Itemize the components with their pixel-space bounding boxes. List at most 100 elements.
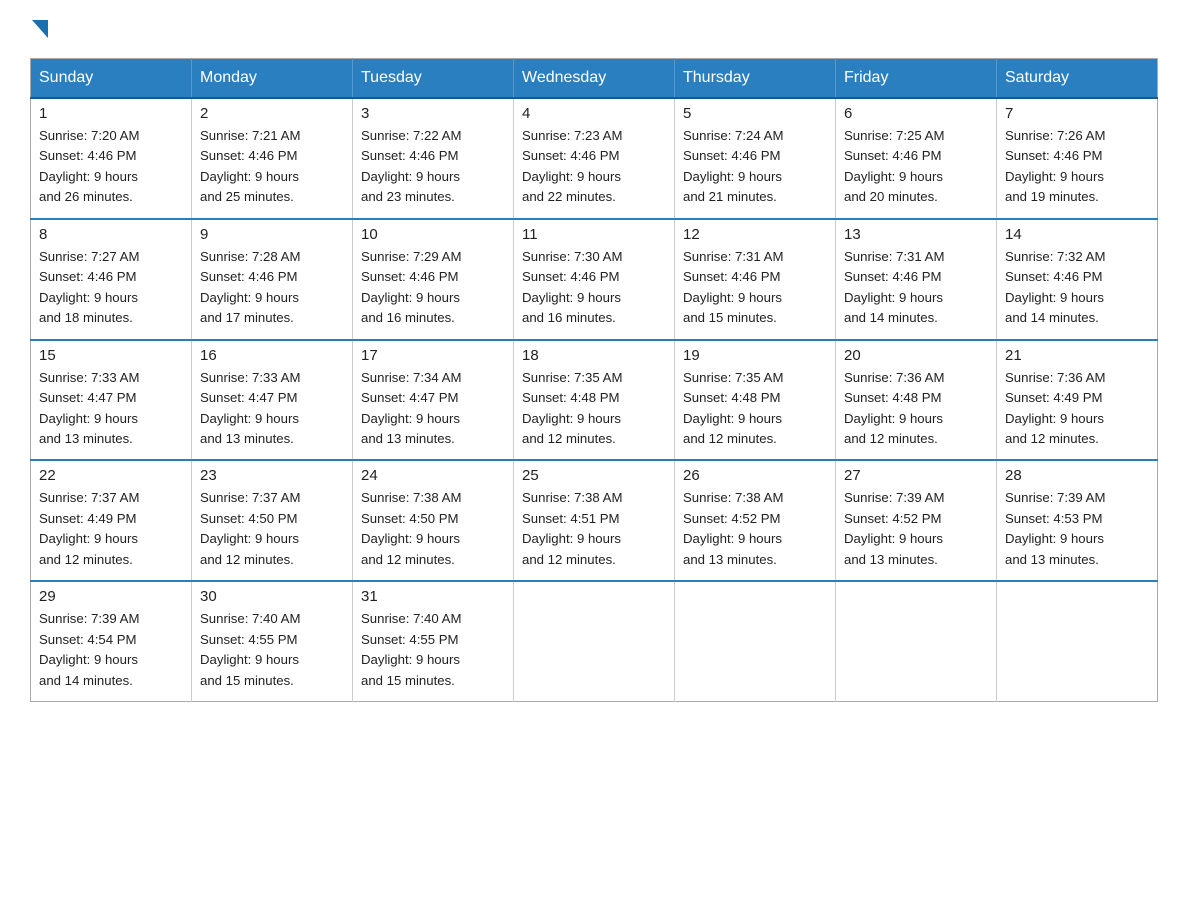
logo-triangle-icon [32,20,48,38]
calendar-cell: 12 Sunrise: 7:31 AMSunset: 4:46 PMDaylig… [675,219,836,340]
day-info: Sunrise: 7:35 AMSunset: 4:48 PMDaylight:… [683,368,827,450]
day-number: 25 [522,467,666,484]
day-number: 6 [844,105,988,122]
day-info: Sunrise: 7:31 AMSunset: 4:46 PMDaylight:… [683,247,827,329]
day-number: 7 [1005,105,1149,122]
day-info: Sunrise: 7:39 AMSunset: 4:52 PMDaylight:… [844,488,988,570]
day-number: 24 [361,467,505,484]
day-number: 23 [200,467,344,484]
day-header-wednesday: Wednesday [514,59,675,99]
day-number: 3 [361,105,505,122]
calendar-cell: 9 Sunrise: 7:28 AMSunset: 4:46 PMDayligh… [192,219,353,340]
logo [30,20,49,40]
calendar-cell: 3 Sunrise: 7:22 AMSunset: 4:46 PMDayligh… [353,98,514,219]
calendar-cell: 18 Sunrise: 7:35 AMSunset: 4:48 PMDaylig… [514,340,675,461]
day-header-monday: Monday [192,59,353,99]
day-number: 5 [683,105,827,122]
calendar-cell: 16 Sunrise: 7:33 AMSunset: 4:47 PMDaylig… [192,340,353,461]
day-info: Sunrise: 7:37 AMSunset: 4:50 PMDaylight:… [200,488,344,570]
day-info: Sunrise: 7:24 AMSunset: 4:46 PMDaylight:… [683,126,827,208]
day-number: 18 [522,347,666,364]
calendar-cell: 22 Sunrise: 7:37 AMSunset: 4:49 PMDaylig… [31,460,192,581]
day-number: 2 [200,105,344,122]
day-info: Sunrise: 7:25 AMSunset: 4:46 PMDaylight:… [844,126,988,208]
day-info: Sunrise: 7:40 AMSunset: 4:55 PMDaylight:… [200,609,344,691]
day-info: Sunrise: 7:20 AMSunset: 4:46 PMDaylight:… [39,126,183,208]
day-info: Sunrise: 7:37 AMSunset: 4:49 PMDaylight:… [39,488,183,570]
day-info: Sunrise: 7:33 AMSunset: 4:47 PMDaylight:… [39,368,183,450]
day-number: 31 [361,588,505,605]
day-info: Sunrise: 7:34 AMSunset: 4:47 PMDaylight:… [361,368,505,450]
calendar-cell: 24 Sunrise: 7:38 AMSunset: 4:50 PMDaylig… [353,460,514,581]
calendar-cell [514,581,675,701]
calendar-cell: 20 Sunrise: 7:36 AMSunset: 4:48 PMDaylig… [836,340,997,461]
day-info: Sunrise: 7:26 AMSunset: 4:46 PMDaylight:… [1005,126,1149,208]
calendar-cell [675,581,836,701]
day-info: Sunrise: 7:32 AMSunset: 4:46 PMDaylight:… [1005,247,1149,329]
day-number: 29 [39,588,183,605]
calendar-week-row: 1 Sunrise: 7:20 AMSunset: 4:46 PMDayligh… [31,98,1158,219]
day-number: 1 [39,105,183,122]
day-number: 11 [522,226,666,243]
calendar-cell: 7 Sunrise: 7:26 AMSunset: 4:46 PMDayligh… [997,98,1158,219]
day-number: 10 [361,226,505,243]
calendar-cell: 19 Sunrise: 7:35 AMSunset: 4:48 PMDaylig… [675,340,836,461]
calendar-cell: 13 Sunrise: 7:31 AMSunset: 4:46 PMDaylig… [836,219,997,340]
day-header-friday: Friday [836,59,997,99]
day-number: 8 [39,226,183,243]
calendar-cell: 25 Sunrise: 7:38 AMSunset: 4:51 PMDaylig… [514,460,675,581]
calendar-cell: 6 Sunrise: 7:25 AMSunset: 4:46 PMDayligh… [836,98,997,219]
calendar-cell: 2 Sunrise: 7:21 AMSunset: 4:46 PMDayligh… [192,98,353,219]
day-info: Sunrise: 7:31 AMSunset: 4:46 PMDaylight:… [844,247,988,329]
day-number: 16 [200,347,344,364]
calendar-cell: 14 Sunrise: 7:32 AMSunset: 4:46 PMDaylig… [997,219,1158,340]
day-info: Sunrise: 7:40 AMSunset: 4:55 PMDaylight:… [361,609,505,691]
calendar-cell: 23 Sunrise: 7:37 AMSunset: 4:50 PMDaylig… [192,460,353,581]
day-info: Sunrise: 7:33 AMSunset: 4:47 PMDaylight:… [200,368,344,450]
day-info: Sunrise: 7:30 AMSunset: 4:46 PMDaylight:… [522,247,666,329]
day-number: 9 [200,226,344,243]
day-number: 19 [683,347,827,364]
day-number: 15 [39,347,183,364]
day-number: 30 [200,588,344,605]
day-number: 28 [1005,467,1149,484]
day-info: Sunrise: 7:39 AMSunset: 4:54 PMDaylight:… [39,609,183,691]
day-number: 20 [844,347,988,364]
calendar-cell [836,581,997,701]
page-header [30,20,1158,40]
day-info: Sunrise: 7:21 AMSunset: 4:46 PMDaylight:… [200,126,344,208]
calendar-cell [997,581,1158,701]
day-number: 27 [844,467,988,484]
day-info: Sunrise: 7:38 AMSunset: 4:52 PMDaylight:… [683,488,827,570]
day-info: Sunrise: 7:28 AMSunset: 4:46 PMDaylight:… [200,247,344,329]
day-info: Sunrise: 7:29 AMSunset: 4:46 PMDaylight:… [361,247,505,329]
calendar-cell: 8 Sunrise: 7:27 AMSunset: 4:46 PMDayligh… [31,219,192,340]
day-info: Sunrise: 7:39 AMSunset: 4:53 PMDaylight:… [1005,488,1149,570]
day-number: 13 [844,226,988,243]
calendar-week-row: 8 Sunrise: 7:27 AMSunset: 4:46 PMDayligh… [31,219,1158,340]
day-info: Sunrise: 7:23 AMSunset: 4:46 PMDaylight:… [522,126,666,208]
day-info: Sunrise: 7:38 AMSunset: 4:51 PMDaylight:… [522,488,666,570]
day-info: Sunrise: 7:35 AMSunset: 4:48 PMDaylight:… [522,368,666,450]
day-info: Sunrise: 7:27 AMSunset: 4:46 PMDaylight:… [39,247,183,329]
calendar-cell: 15 Sunrise: 7:33 AMSunset: 4:47 PMDaylig… [31,340,192,461]
calendar-cell: 4 Sunrise: 7:23 AMSunset: 4:46 PMDayligh… [514,98,675,219]
calendar-table: SundayMondayTuesdayWednesdayThursdayFrid… [30,58,1158,702]
calendar-cell: 10 Sunrise: 7:29 AMSunset: 4:46 PMDaylig… [353,219,514,340]
calendar-cell: 29 Sunrise: 7:39 AMSunset: 4:54 PMDaylig… [31,581,192,701]
day-info: Sunrise: 7:38 AMSunset: 4:50 PMDaylight:… [361,488,505,570]
calendar-cell: 1 Sunrise: 7:20 AMSunset: 4:46 PMDayligh… [31,98,192,219]
day-number: 4 [522,105,666,122]
calendar-header-row: SundayMondayTuesdayWednesdayThursdayFrid… [31,59,1158,99]
calendar-cell: 21 Sunrise: 7:36 AMSunset: 4:49 PMDaylig… [997,340,1158,461]
day-header-thursday: Thursday [675,59,836,99]
calendar-cell: 28 Sunrise: 7:39 AMSunset: 4:53 PMDaylig… [997,460,1158,581]
day-number: 14 [1005,226,1149,243]
calendar-cell: 26 Sunrise: 7:38 AMSunset: 4:52 PMDaylig… [675,460,836,581]
day-number: 12 [683,226,827,243]
day-info: Sunrise: 7:36 AMSunset: 4:48 PMDaylight:… [844,368,988,450]
day-header-saturday: Saturday [997,59,1158,99]
day-header-sunday: Sunday [31,59,192,99]
calendar-cell: 27 Sunrise: 7:39 AMSunset: 4:52 PMDaylig… [836,460,997,581]
day-number: 26 [683,467,827,484]
